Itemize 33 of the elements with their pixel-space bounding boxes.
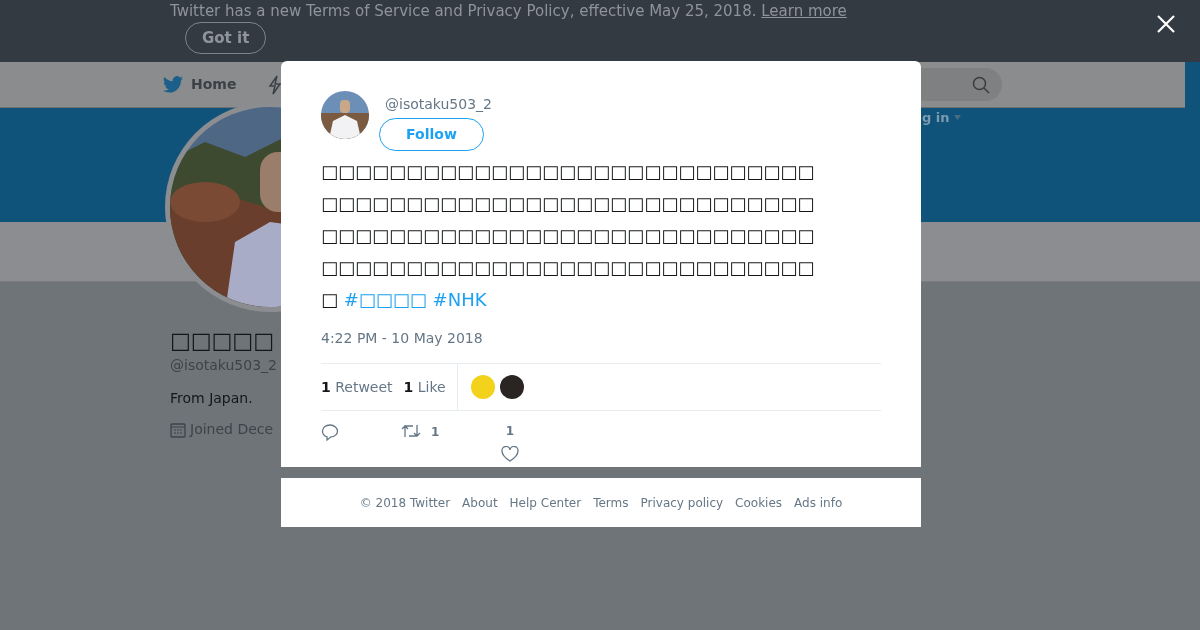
avatar[interactable] (499, 375, 524, 399)
bird-icon (163, 76, 183, 93)
learn-more-link[interactable]: Learn more (761, 2, 847, 20)
footer-link[interactable]: © 2018 Twitter (359, 493, 451, 512)
user-handle: @isotaku503_2 (385, 95, 492, 114)
profile-name: □□□□□ (170, 327, 274, 355)
caret-icon (953, 115, 961, 121)
stat-link[interactable]: 1 Like (403, 376, 446, 398)
action-count: 1 (431, 424, 440, 441)
lightning-icon[interactable] (268, 74, 283, 95)
action-count: 1 (505, 423, 515, 440)
search-field[interactable] (921, 68, 1002, 101)
footer-link[interactable]: Terms (593, 493, 629, 512)
tweet-timestamp: 4:22 PM - 10 May 2018 (321, 329, 483, 348)
profile-bio: From Japan. (170, 389, 253, 408)
retweet-icon[interactable] (401, 423, 421, 439)
close-icon[interactable] (1157, 15, 1175, 33)
footer-link[interactable]: Privacy policy (640, 493, 724, 512)
footer-link[interactable]: Cookies (735, 493, 783, 512)
search-icon (972, 75, 990, 94)
tweet-text: □□□□□□□□□□□□□□□□□□□□□□□□□□□□□□□□□□□□□□□□□□□□□□□□□□□□□□□□□□□□□□□□□□□□□□□□□□□□□□□□□□□□□□□□□□□□□□□□□□□□□□□□□□□□□□□□□□□□□ #□□□□ #NHK (321, 160, 816, 312)
heart-icon[interactable] (501, 446, 519, 462)
stat-link[interactable]: 1 Retweet (321, 376, 393, 398)
login-link[interactable]: g in (922, 108, 950, 128)
home-tab[interactable]: Home (191, 74, 237, 95)
banner-message: Twitter has a new Terms of Service and Privacy Policy, effective May 25, 2018. (170, 2, 757, 20)
hashtag-link[interactable]: #NHK (432, 289, 487, 310)
footer-link[interactable]: Ads info (794, 493, 843, 512)
footer-link[interactable]: Help Center (509, 493, 582, 512)
hashtag-link[interactable]: #□□□□ (343, 289, 427, 310)
calendar-icon (170, 421, 186, 438)
reply-icon[interactable] (321, 423, 339, 441)
footer-link[interactable]: About (462, 493, 498, 512)
